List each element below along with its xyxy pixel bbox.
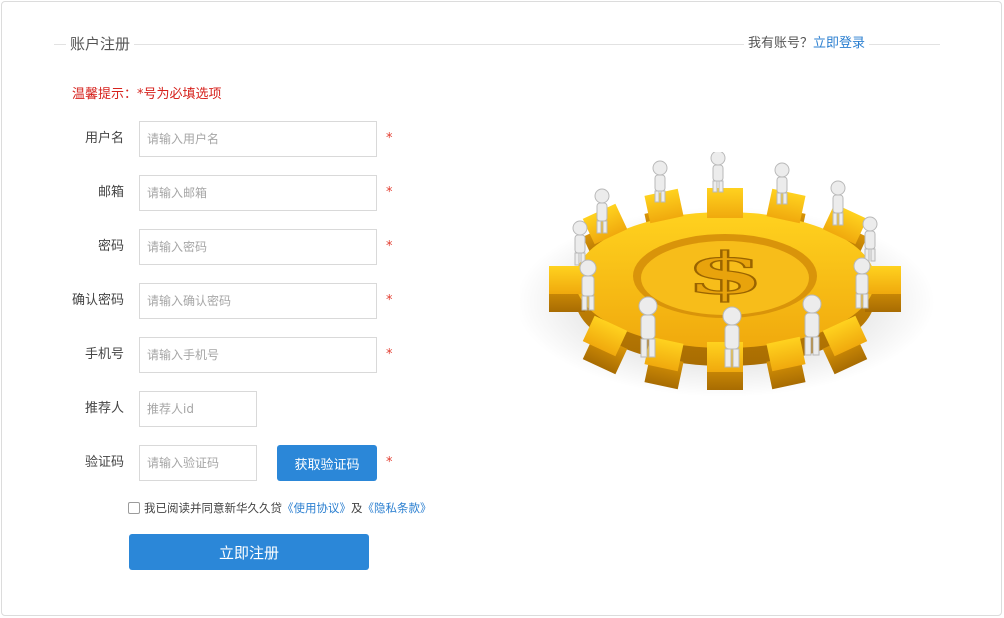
verify-code-label: 验证码	[84, 455, 124, 470]
phone-input[interactable]	[139, 337, 377, 373]
verify-code-row: 验证码 获取验证码 *	[2, 445, 422, 481]
agree-checkbox[interactable]	[128, 502, 140, 514]
dollar-gear-team-illustration: $	[520, 152, 935, 397]
required-mark: *	[386, 185, 393, 200]
login-prompt: 我有账号？立即登录	[744, 34, 870, 54]
username-input[interactable]	[139, 121, 377, 157]
password-row: 密码 *	[2, 229, 422, 265]
page-title: 账户注册	[66, 34, 135, 54]
terms-link[interactable]: 《使用协议》	[282, 501, 351, 515]
password-label: 密码	[97, 239, 124, 254]
phone-row: 手机号 *	[2, 337, 422, 373]
agreement-row: 我已阅读并同意新华久久贷《使用协议》及《隐私条款》	[128, 499, 432, 517]
required-tip: 温馨提示：*号为必填选项	[72, 87, 222, 102]
required-mark: *	[386, 455, 393, 470]
referrer-input[interactable]	[139, 391, 257, 427]
dollar-sign-icon: $	[684, 240, 766, 308]
login-link[interactable]: 立即登录	[813, 36, 865, 51]
email-row: 邮箱 *	[2, 175, 422, 211]
agreement-text: 我已阅读并同意新华久久贷	[144, 501, 282, 515]
required-mark: *	[386, 239, 393, 254]
confirm-password-input[interactable]	[139, 283, 377, 319]
register-panel: 账户注册 我有账号？立即登录 温馨提示：*号为必填选项 用户名 * 邮箱 * 密…	[1, 1, 1002, 616]
username-label: 用户名	[84, 131, 124, 146]
have-account-text: 我有账号？	[748, 36, 814, 51]
agreement-connector: 及	[351, 501, 363, 515]
username-row: 用户名 *	[2, 121, 422, 157]
referrer-label: 推荐人	[84, 401, 124, 416]
get-code-button[interactable]: 获取验证码	[277, 445, 377, 481]
register-submit-button[interactable]: 立即注册	[129, 534, 369, 570]
password-input[interactable]	[139, 229, 377, 265]
privacy-link[interactable]: 《隐私条款》	[363, 501, 432, 515]
email-label: 邮箱	[97, 185, 124, 200]
referrer-row: 推荐人	[2, 391, 422, 427]
required-mark: *	[386, 131, 393, 146]
confirm-password-row: 确认密码 *	[2, 283, 422, 319]
confirm-password-label: 确认密码	[71, 293, 124, 308]
required-mark: *	[386, 293, 393, 308]
required-mark: *	[386, 347, 393, 362]
phone-label: 手机号	[84, 347, 124, 362]
verify-code-input[interactable]	[139, 445, 257, 481]
email-input[interactable]	[139, 175, 377, 211]
svg-text:$: $	[685, 241, 765, 308]
